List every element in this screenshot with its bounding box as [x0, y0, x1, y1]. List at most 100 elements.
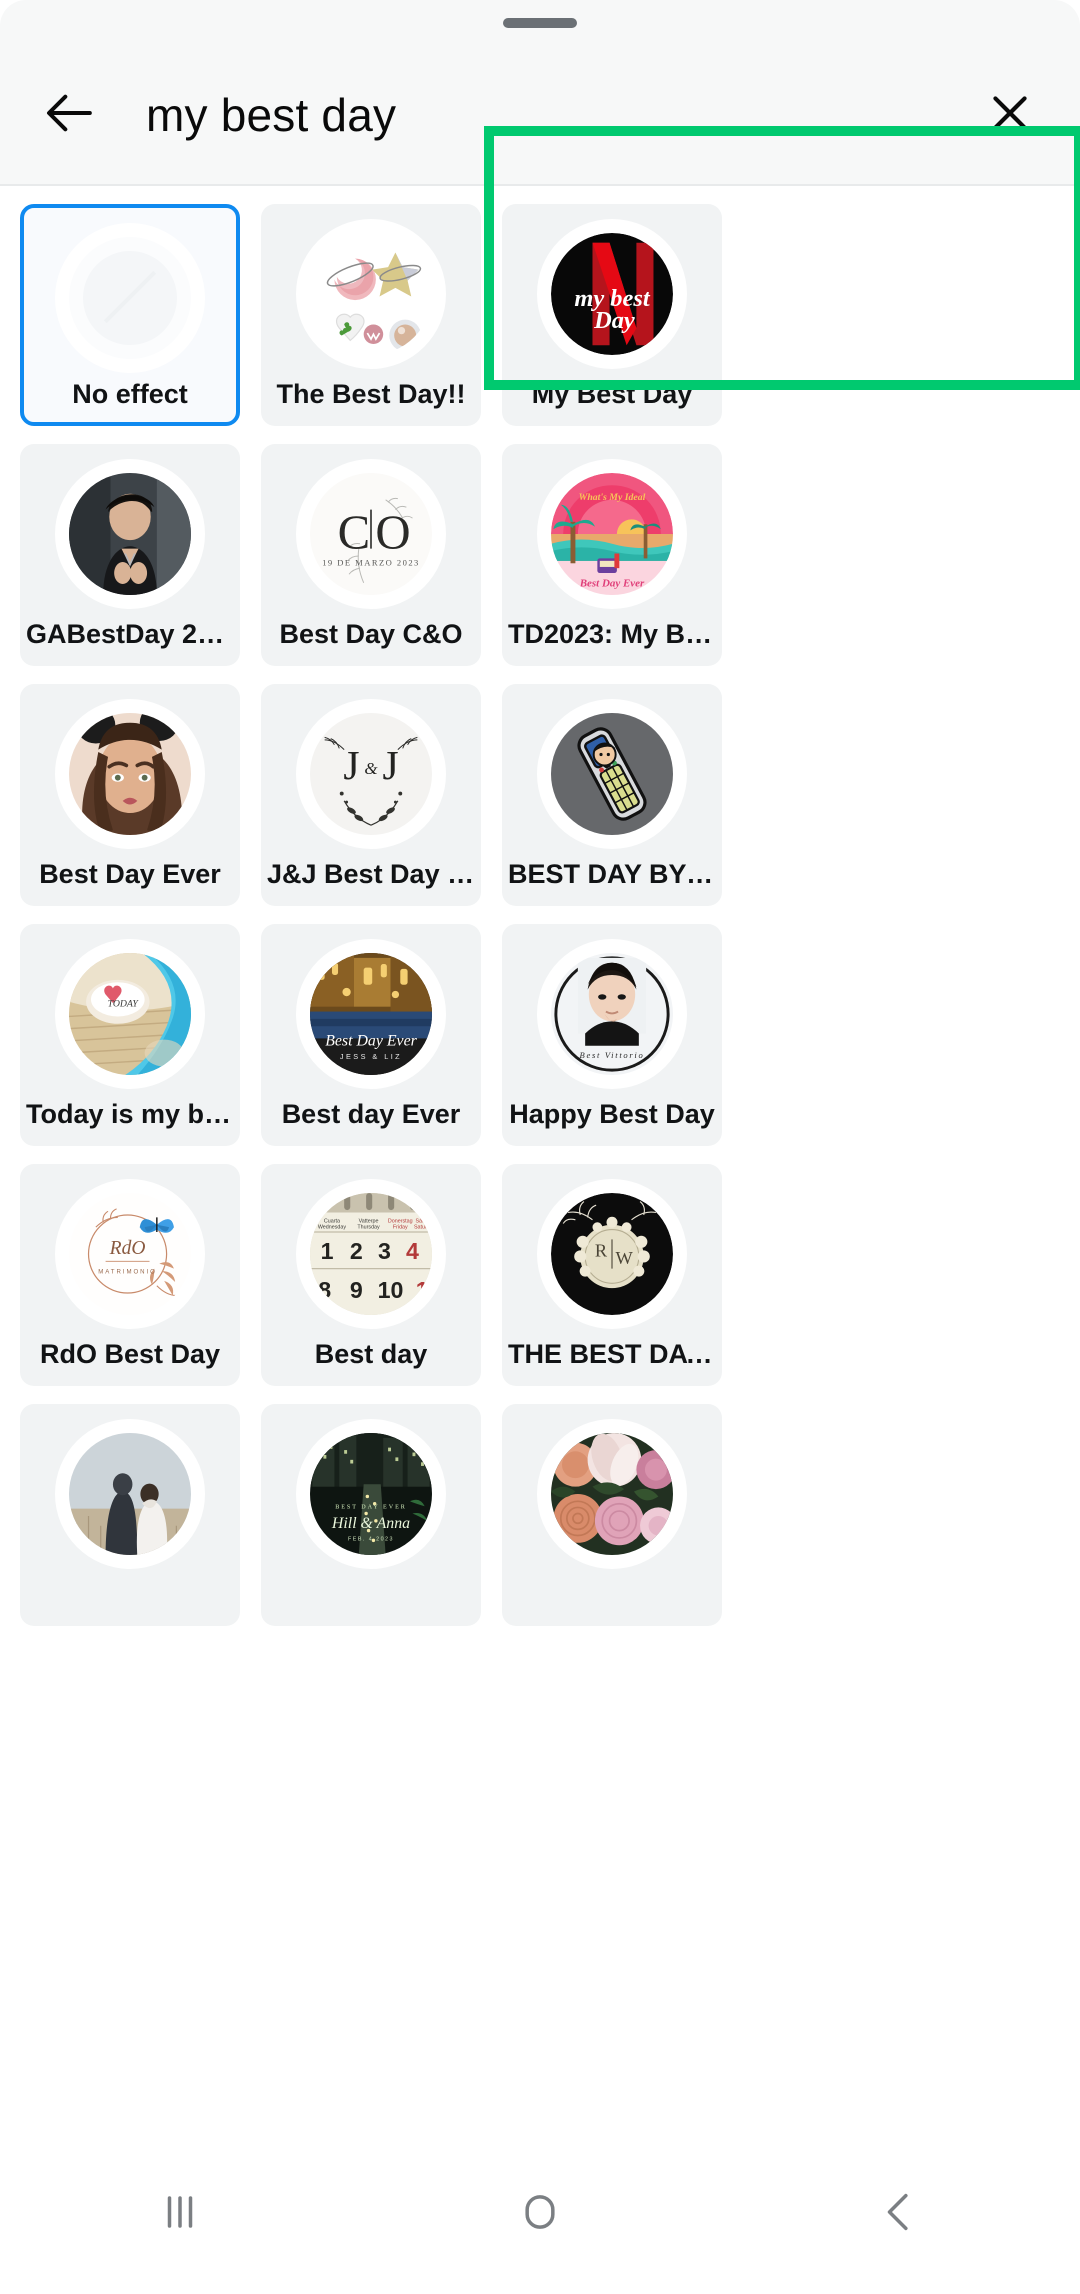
effect-card-best-day-co[interactable]: C O 19 DE MARZO 2023 Best Day C&O [261, 444, 481, 666]
portrait-man-icon [69, 473, 191, 595]
effect-label: RdO Best Day [39, 1339, 221, 1369]
svg-text:Donerstag: Donerstag [388, 1218, 413, 1224]
rw-crest-icon: R W [551, 1193, 673, 1315]
svg-text:2: 2 [350, 1238, 363, 1264]
netflix-bottom-text: Day [593, 307, 635, 334]
svg-text:Hill & Anna: Hill & Anna [331, 1515, 410, 1532]
effect-card-the-best-day-rw[interactable]: R W THE BEST DAY -… [502, 1164, 722, 1386]
svg-text:Saturday: Saturday [414, 1224, 432, 1230]
wedding-couple-icon [69, 1433, 191, 1555]
effect-label: Best day Ever [281, 1099, 461, 1129]
effect-card-jj-best-day[interactable]: J & J J&J Best Day E [261, 684, 481, 906]
svg-text:9: 9 [350, 1277, 363, 1303]
effect-card-best-day-calendar[interactable]: Cuarta Wednesday Vatterpe Thursday Donerst… [261, 1164, 481, 1386]
effect-thumbnail [62, 1426, 198, 1562]
svg-text:TODAY: TODAY [108, 999, 140, 1010]
svg-text:&: & [364, 759, 378, 778]
effect-label: Happy Best Day [509, 1099, 715, 1129]
effect-card-city-skyline[interactable]: BEST DAY EVER Hill & Anna FEB. 4 2023 [261, 1404, 481, 1626]
search-header: my best day [0, 46, 1080, 186]
svg-text:Best Vittorio: Best Vittorio [580, 1050, 645, 1060]
netflix-n-logo-icon: my best Day [551, 233, 673, 355]
effect-card-no-effect[interactable]: No effect [20, 204, 240, 426]
home-button[interactable] [360, 2184, 720, 2245]
effect-label: THE BEST DAY -… [508, 1339, 716, 1369]
effect-thumbnail: BEST DAY EVER Hill & Anna FEB. 4 2023 [303, 1426, 439, 1562]
sheet-grabber-handle[interactable] [503, 18, 577, 28]
effect-thumbnail: my best Day [544, 226, 680, 362]
back-button[interactable] [34, 79, 106, 151]
effect-thumbnail: Best Day Ever JESS & LIZ [303, 946, 439, 1082]
recents-icon [152, 2184, 208, 2245]
back-button-nav[interactable] [720, 2184, 1080, 2245]
effect-card-rdo-best-day[interactable]: RdO MATRIMONIO RdO Best Day [20, 1164, 240, 1386]
effect-card-td2023[interactable]: What's My Ideal Best Day Ever TD2023: My… [502, 444, 722, 666]
no-effect-icon [69, 237, 191, 359]
svg-text:Wednesday: Wednesday [318, 1224, 347, 1230]
effect-card-best-day-ever[interactable]: Best Day Ever [20, 684, 240, 906]
effect-card-happy-best-day[interactable]: Best Vittorio Happy Best Day [502, 924, 722, 1146]
effect-thumbnail: R W [544, 1186, 680, 1322]
effect-label: BEST DAY BY OT… [508, 859, 716, 889]
search-input[interactable]: my best day [146, 88, 974, 142]
svg-text:FEB. 4 2023: FEB. 4 2023 [348, 1536, 394, 1542]
svg-text:JESS & LIZ: JESS & LIZ [340, 1052, 402, 1061]
effect-label: TD2023: My Bes… [508, 619, 716, 649]
effects-grid-scroll[interactable]: No effect The Best Day!! my best Day My … [0, 186, 1080, 2134]
effect-thumbnail: RdO MATRIMONIO [62, 1186, 198, 1322]
bottom-sheet-header [0, 0, 1080, 46]
city-night-gold-icon: Best Day Ever JESS & LIZ [310, 953, 432, 1075]
svg-text:What's My Ideal: What's My Ideal [579, 492, 646, 503]
svg-text:1: 1 [321, 1238, 334, 1264]
svg-text:R: R [595, 1240, 608, 1260]
rdo-butterfly-icon: RdO MATRIMONIO [69, 1193, 191, 1315]
effect-card-gabestday-2023[interactable]: GABestDay 2023 [20, 444, 240, 666]
portrait-woman-icon [69, 713, 191, 835]
effect-thumbnail: TODAY [62, 946, 198, 1082]
effect-label: Best day [314, 1339, 428, 1369]
effect-thumbnail: J & J [303, 706, 439, 842]
effect-card-the-best-day[interactable]: The Best Day!! [261, 204, 481, 426]
effect-thumbnail [544, 1426, 680, 1562]
back-chevron-icon [872, 2184, 928, 2245]
effect-thumbnail: Cuarta Wednesday Vatterpe Thursday Donerst… [303, 1186, 439, 1322]
svg-text:O: O [375, 506, 410, 560]
city-skyline-icon: BEST DAY EVER Hill & Anna FEB. 4 2023 [310, 1433, 432, 1555]
svg-text:Thursday: Thursday [357, 1224, 380, 1230]
svg-text:J: J [382, 742, 398, 788]
effect-thumbnail [62, 706, 198, 842]
svg-text:J: J [343, 742, 359, 788]
charms-collage-icon [310, 233, 432, 355]
effect-label: GABestDay 2023 [26, 619, 234, 649]
effect-thumbnail [544, 706, 680, 842]
svg-text:Friday: Friday [393, 1224, 408, 1230]
effect-card-pink-flowers[interactable] [502, 1404, 722, 1626]
svg-text:C: C [338, 506, 371, 560]
arrow-left-icon [42, 85, 98, 146]
effect-card-my-best-day[interactable]: my best Day My Best Day [502, 204, 722, 426]
svg-text:3: 3 [378, 1238, 391, 1264]
svg-text:Sábado: Sábado [415, 1218, 432, 1224]
jj-monogram-icon: J & J [310, 713, 432, 835]
close-icon [985, 88, 1035, 143]
svg-text:W: W [616, 1248, 634, 1268]
effect-label: J&J Best Day Ev… [267, 859, 475, 889]
recents-button[interactable] [0, 2184, 360, 2245]
svg-text:MATRIMONIO: MATRIMONIO [98, 1269, 157, 1276]
effect-thumbnail: What's My Ideal Best Day Ever [544, 466, 680, 602]
effects-picker-screen: my best day No effect The Best Day!! my … [0, 0, 1080, 2294]
beach-sticker-icon: What's My Ideal Best Day Ever [551, 473, 673, 595]
effect-thumbnail: Best Vittorio [544, 946, 680, 1082]
effect-card-best-day-by-ot[interactable]: BEST DAY BY OT… [502, 684, 722, 906]
effect-label: My Best Day [531, 379, 693, 409]
effect-card-wedding-couple[interactable] [20, 1404, 240, 1626]
effect-card-today-is-my-best[interactable]: TODAY Today is my best… [20, 924, 240, 1146]
co-monogram-icon: C O 19 DE MARZO 2023 [310, 473, 432, 595]
clear-search-button[interactable] [974, 79, 1046, 151]
effect-card-best-day-ever-2[interactable]: Best Day Ever JESS & LIZ Best day Ever [261, 924, 481, 1146]
svg-text:1: 1 [416, 1277, 429, 1303]
effect-thumbnail [62, 230, 198, 366]
svg-text:Vatterpe: Vatterpe [359, 1218, 379, 1224]
effect-thumbnail [303, 226, 439, 362]
svg-text:Best Day Ever: Best Day Ever [579, 577, 645, 589]
